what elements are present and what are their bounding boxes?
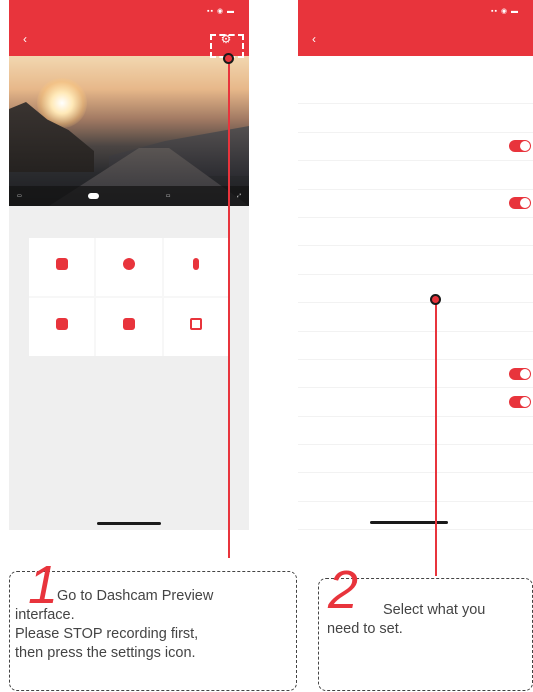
fullscreen-icon[interactable]: ⤢ — [237, 193, 241, 199]
pointer-line-2 — [435, 299, 437, 576]
step-1-line-1: Go to Dashcam Preview — [57, 588, 214, 604]
pointer-line-1 — [228, 58, 230, 558]
step-1-line-4: then press the settings icon. — [15, 645, 196, 661]
mic-control[interactable]: ▭ — [166, 193, 171, 199]
grid-tile[interactable] — [163, 238, 229, 296]
preview-control-bar: ▭ ▭ ⤢ — [9, 186, 249, 206]
status-bar: ▪▪ ◉ ▬ — [298, 0, 533, 22]
camera-icon — [55, 318, 68, 330]
settings-section-header — [298, 56, 533, 76]
car-icon — [55, 258, 68, 270]
grid-tile[interactable] — [96, 298, 162, 356]
dashcam-preview-screen: ▪▪ ◉ ▬ ‹ ⚙ ▭ ▭ ⤢ — [9, 0, 249, 530]
setting-row[interactable] — [298, 275, 533, 304]
setting-row[interactable] — [298, 161, 533, 190]
setting-row[interactable] — [298, 246, 533, 275]
setting-row[interactable] — [298, 104, 533, 133]
setting-row[interactable] — [298, 388, 533, 417]
sd-card-icon — [190, 318, 203, 330]
chevron-left-icon[interactable]: ‹ — [312, 33, 316, 45]
signal-icon: ▪▪ ◉ ▬ — [207, 8, 235, 15]
status-bar: ▪▪ ◉ ▬ — [9, 0, 249, 22]
file-icon — [122, 318, 135, 330]
toggle-icon — [88, 193, 100, 199]
pointer-dot-2 — [430, 294, 441, 305]
dashcam-settings-screen: ▪▪ ◉ ▬ ‹ — [298, 0, 533, 530]
toggle-switch[interactable] — [509, 197, 531, 210]
record-toggle[interactable] — [88, 193, 100, 199]
microphone-icon — [193, 258, 200, 270]
setting-row[interactable] — [298, 502, 533, 530]
setting-row[interactable] — [298, 133, 533, 162]
grid-tile[interactable] — [29, 298, 95, 356]
function-grid — [29, 238, 229, 356]
setting-row[interactable] — [298, 303, 533, 332]
toggle-switch[interactable] — [509, 367, 531, 380]
setting-row[interactable] — [298, 445, 533, 474]
step-1-number: 1 — [28, 555, 59, 615]
resolution-control[interactable]: ▭ — [17, 193, 22, 199]
step-1-line-3: Please STOP recording first, — [15, 626, 199, 642]
step-2-number: 2 — [328, 560, 359, 620]
setting-row[interactable] — [298, 218, 533, 247]
home-indicator — [97, 522, 161, 525]
grid-tile[interactable] — [29, 238, 95, 296]
chevron-left-icon[interactable]: ‹ — [23, 33, 27, 45]
setting-row[interactable] — [298, 360, 533, 389]
settings-navbar: ‹ — [298, 22, 533, 56]
toggle-switch[interactable] — [509, 395, 531, 408]
album-icon — [122, 258, 135, 270]
toggle-switch[interactable] — [509, 140, 531, 153]
setting-row[interactable] — [298, 417, 533, 446]
step-2-line-1: Select what you — [383, 602, 486, 618]
setting-row[interactable] — [298, 332, 533, 360]
signal-icon: ▪▪ ◉ ▬ — [491, 8, 519, 15]
grid-tile[interactable] — [96, 238, 162, 296]
setting-row[interactable] — [298, 76, 533, 105]
setting-row[interactable] — [298, 473, 533, 502]
grid-tile[interactable] — [163, 298, 229, 356]
setting-row[interactable] — [298, 190, 533, 218]
pointer-dot-1 — [223, 53, 234, 64]
step-2-line-2: need to set. — [327, 621, 403, 637]
camera-preview: ▭ ▭ ⤢ — [9, 56, 249, 206]
